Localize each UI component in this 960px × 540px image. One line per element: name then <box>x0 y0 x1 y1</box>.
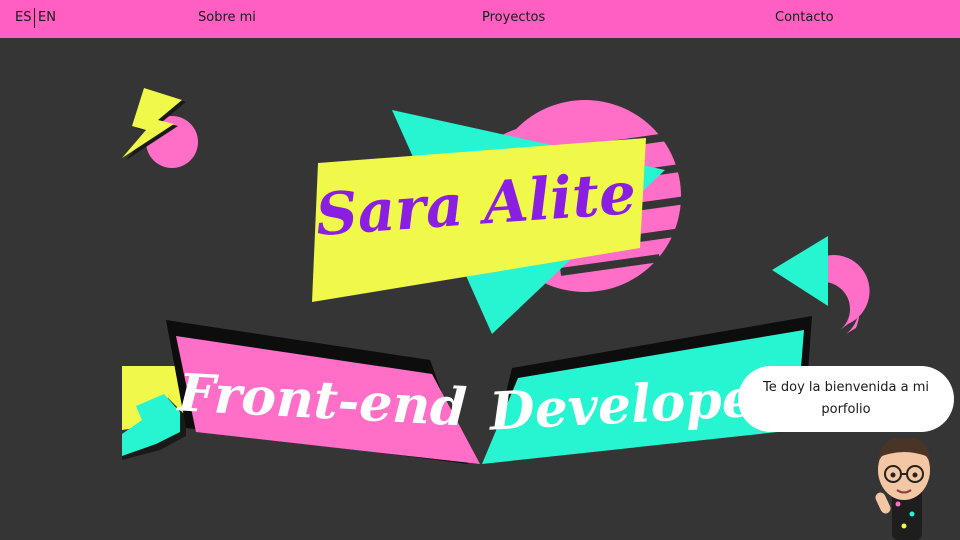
nav-link-sobre-mi[interactable]: Sobre mi <box>198 10 256 25</box>
navbar: ES EN Sobre mi Proyectos Contacto <box>0 0 960 38</box>
lang-divider <box>34 8 35 28</box>
arc-ornament <box>772 236 870 334</box>
lang-en-link[interactable]: EN <box>38 10 56 25</box>
hero-section: Sara Alite Front-end Developer <box>0 38 960 540</box>
speech-bubble: Te doy la bienvenida a mi porfolio <box>738 366 954 432</box>
nav-link-proyectos[interactable]: Proyectos <box>482 10 545 25</box>
lang-es-link[interactable]: ES <box>15 10 31 25</box>
nav-link-contacto[interactable]: Contacto <box>775 10 834 25</box>
front-end-banner: Front-end <box>166 320 480 464</box>
avatar-character-icon[interactable] <box>874 437 930 540</box>
hero-graphics: Sara Alite Front-end Developer <box>122 88 930 540</box>
lightning-bolt-icon <box>122 88 198 168</box>
